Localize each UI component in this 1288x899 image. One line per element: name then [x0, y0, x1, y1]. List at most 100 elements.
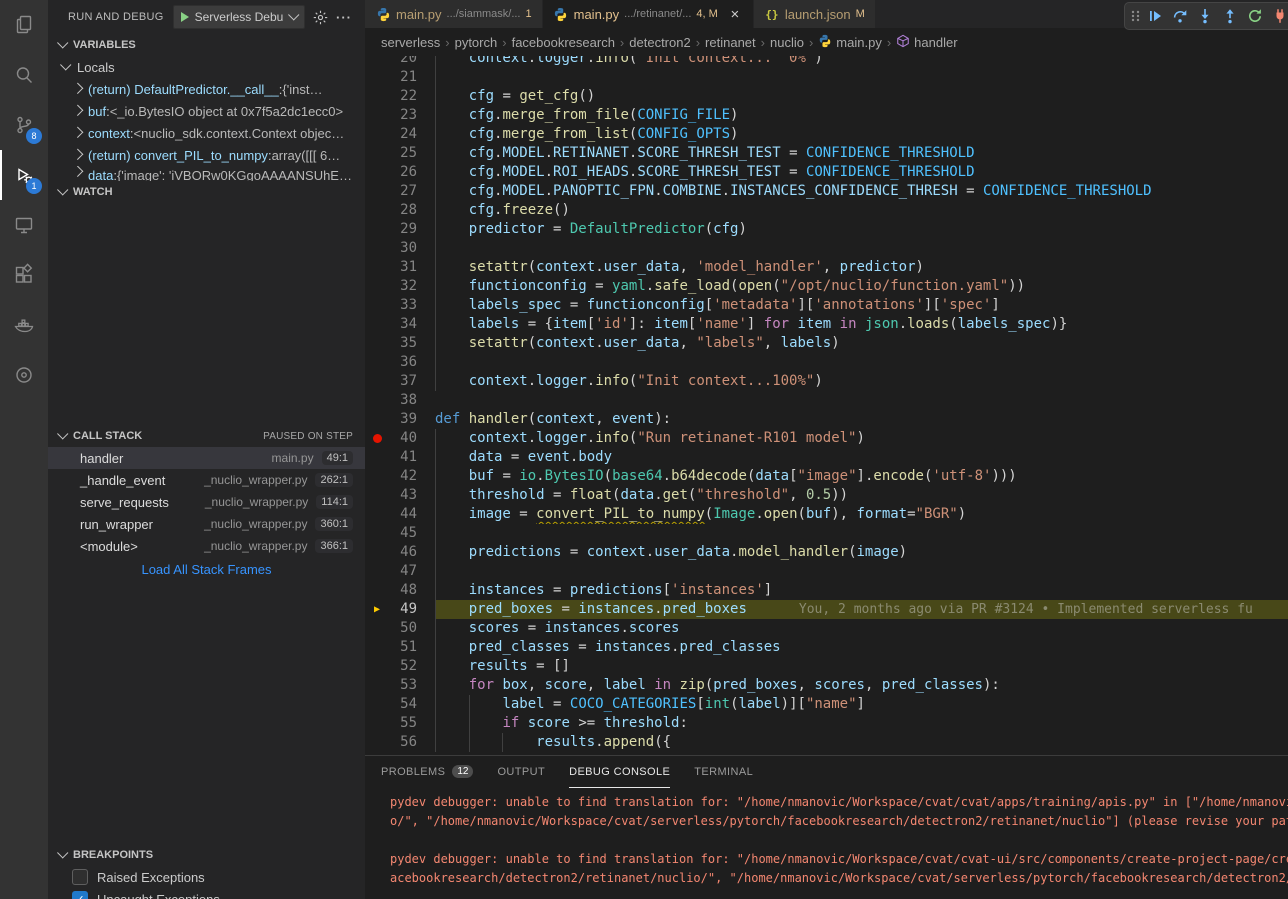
gutter-glyph-margin[interactable] [365, 277, 389, 296]
code-line[interactable]: 33 labels_spec = functionconfig['metadat… [365, 296, 1288, 315]
gutter-glyph-margin[interactable] [365, 410, 389, 429]
call-stack-section-header[interactable]: CALL STACK PAUSED ON STEP [48, 425, 365, 447]
code-line[interactable]: 52 results = [] [365, 657, 1288, 676]
breadcrumb-item[interactable]: detectron2 [629, 35, 690, 50]
step-into-button[interactable] [1193, 4, 1217, 28]
settings-gear-icon[interactable] [309, 6, 331, 28]
code-line[interactable]: 43 threshold = float(data.get("threshold… [365, 486, 1288, 505]
code-line[interactable]: 20 context.logger.info("Init context... … [365, 56, 1288, 68]
breadcrumb-item[interactable]: serverless [381, 35, 440, 50]
gutter-glyph-margin[interactable] [365, 144, 389, 163]
activity-extensions[interactable] [0, 250, 48, 300]
code-line[interactable]: 39def handler(context, event): [365, 410, 1288, 429]
code-line[interactable]: 29 predictor = DefaultPredictor(cfg) [365, 220, 1288, 239]
activity-search[interactable] [0, 50, 48, 100]
variables-section-header[interactable]: VARIABLES [48, 34, 365, 56]
code-line[interactable]: 22 cfg = get_cfg() [365, 87, 1288, 106]
tab-main-py-retinanet[interactable]: main.py .../retinanet/... 4, M × [543, 0, 754, 28]
chevron-right-icon[interactable] [72, 83, 83, 94]
code-line[interactable]: 32 functionconfig = yaml.safe_load(open(… [365, 277, 1288, 296]
code-line[interactable]: 37 context.logger.info("Init context...1… [365, 372, 1288, 391]
scope-locals[interactable]: Locals [48, 56, 365, 78]
chevron-right-icon[interactable] [72, 127, 83, 138]
code-line[interactable]: 38 [365, 391, 1288, 410]
breadcrumb-item[interactable]: retinanet [705, 35, 756, 50]
tab-problems[interactable]: PROBLEMS 12 [381, 756, 473, 788]
chevron-right-icon[interactable] [72, 105, 83, 116]
watch-section-header[interactable]: WATCH [48, 181, 365, 203]
code-line[interactable]: 26 cfg.MODEL.ROI_HEADS.SCORE_THRESH_TEST… [365, 163, 1288, 182]
activity-explorer[interactable] [0, 0, 48, 50]
code-line[interactable]: 47 [365, 562, 1288, 581]
code-line[interactable]: ▶49 pred_boxes = instances.pred_boxesYou… [365, 600, 1288, 619]
continue-button[interactable] [1143, 4, 1167, 28]
load-all-stack-frames-link[interactable]: Load All Stack Frames [48, 557, 365, 581]
gutter-glyph-margin[interactable] [365, 619, 389, 638]
breakpoint-row[interactable]: ✓Uncaught Exceptions [48, 888, 365, 899]
call-stack-frame[interactable]: run_wrapper_nuclio_wrapper.py360:1 [48, 513, 365, 535]
activity-run-and-debug[interactable]: 1 [0, 150, 48, 200]
code-line[interactable]: 40 context.logger.info("Run retinanet-R1… [365, 429, 1288, 448]
checkbox[interactable] [72, 869, 88, 885]
activity-connector-extension[interactable] [0, 350, 48, 400]
activity-source-control[interactable]: 8 [0, 100, 48, 150]
code-line[interactable]: 44 image = convert_PIL_to_numpy(Image.op… [365, 505, 1288, 524]
gutter-glyph-margin[interactable] [365, 676, 389, 695]
call-stack-frame[interactable]: handlermain.py49:1 [48, 447, 365, 469]
code-line[interactable]: 25 cfg.MODEL.RETINANET.SCORE_THRESH_TEST… [365, 144, 1288, 163]
gutter-glyph-margin[interactable] [365, 543, 389, 562]
disconnect-button[interactable] [1268, 4, 1288, 28]
breadcrumb-item[interactable]: main.py [818, 34, 882, 51]
breakpoints-section-header[interactable]: BREAKPOINTS [48, 844, 365, 866]
code-line[interactable]: 35 setattr(context.user_data, "labels", … [365, 334, 1288, 353]
gutter-glyph-margin[interactable] [365, 68, 389, 87]
breadcrumb-item[interactable]: nuclio [770, 35, 804, 50]
tab-main-py-siammask[interactable]: main.py .../siammask/... 1 [365, 0, 543, 28]
close-icon[interactable]: × [727, 7, 743, 22]
gutter-glyph-margin[interactable] [365, 296, 389, 315]
gutter-glyph-margin[interactable] [365, 695, 389, 714]
gutter-glyph-margin[interactable] [365, 562, 389, 581]
code-line[interactable]: 45 [365, 524, 1288, 543]
gutter-glyph-margin[interactable] [365, 429, 389, 448]
code-line[interactable]: 55 if score >= threshold: [365, 714, 1288, 733]
activity-docker[interactable] [0, 300, 48, 350]
code-line[interactable]: 41 data = event.body [365, 448, 1288, 467]
variable-row[interactable]: data: {'image': 'iVBORw0KGgoAAAANSUhE… [48, 166, 365, 181]
code-line[interactable]: 42 buf = io.BytesIO(base64.b64decode(dat… [365, 467, 1288, 486]
debug-console-output[interactable]: pydev debugger: unable to find translati… [365, 788, 1288, 899]
code-line[interactable]: 21 [365, 68, 1288, 87]
gutter-glyph-margin[interactable]: ▶ [365, 600, 389, 619]
code-line[interactable]: 30 [365, 239, 1288, 258]
gutter-glyph-margin[interactable] [365, 353, 389, 372]
activity-remote-explorer[interactable] [0, 200, 48, 250]
gutter-glyph-margin[interactable] [365, 182, 389, 201]
gutter-glyph-margin[interactable] [365, 505, 389, 524]
gutter-glyph-margin[interactable] [365, 334, 389, 353]
gutter-glyph-margin[interactable] [365, 201, 389, 220]
code-line[interactable]: 50 scores = instances.scores [365, 619, 1288, 638]
gutter-glyph-margin[interactable] [365, 638, 389, 657]
gutter-glyph-margin[interactable] [365, 87, 389, 106]
code-line[interactable]: 51 pred_classes = instances.pred_classes [365, 638, 1288, 657]
code-line[interactable]: 23 cfg.merge_from_file(CONFIG_FILE) [365, 106, 1288, 125]
gutter-glyph-margin[interactable] [365, 125, 389, 144]
gutter-glyph-margin[interactable] [365, 657, 389, 676]
variable-row[interactable]: (return) DefaultPredictor.__call__: {'in… [48, 78, 365, 100]
breadcrumb-item[interactable]: facebookresearch [512, 35, 615, 50]
gutter-glyph-margin[interactable] [365, 733, 389, 752]
gutter-glyph-margin[interactable] [365, 448, 389, 467]
start-debugging-icon[interactable] [181, 12, 189, 22]
gutter-glyph-margin[interactable] [365, 106, 389, 125]
code-line[interactable]: 27 cfg.MODEL.PANOPTIC_FPN.COMBINE.INSTAN… [365, 182, 1288, 201]
gutter-glyph-margin[interactable] [365, 258, 389, 277]
breakpoint-icon[interactable] [373, 434, 382, 443]
code-line[interactable]: 36 [365, 353, 1288, 372]
gutter-glyph-margin[interactable] [365, 581, 389, 600]
checkbox[interactable]: ✓ [72, 891, 88, 899]
code-line[interactable]: 54 label = COCO_CATEGORIES[int(label)]["… [365, 695, 1288, 714]
chevron-right-icon[interactable] [72, 149, 83, 160]
gutter-glyph-margin[interactable] [365, 220, 389, 239]
variable-row[interactable]: buf: <_io.BytesIO object at 0x7f5a2dc1ec… [48, 100, 365, 122]
step-over-button[interactable] [1168, 4, 1192, 28]
